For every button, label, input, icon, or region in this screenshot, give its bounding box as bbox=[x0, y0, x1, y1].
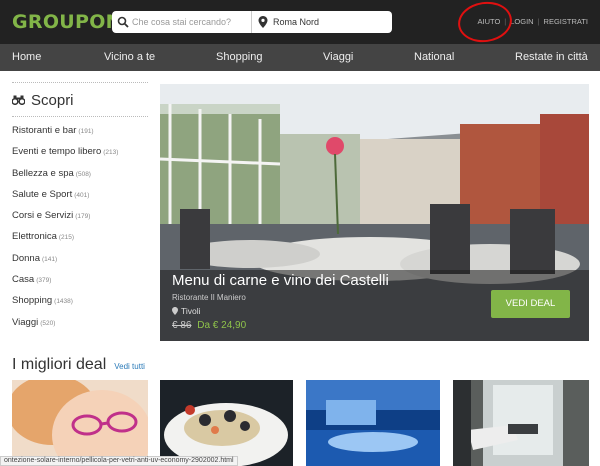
category-label: Donna bbox=[12, 252, 40, 264]
category-label: Eventi e tempo libero bbox=[12, 146, 102, 158]
location-pin-icon bbox=[258, 16, 268, 28]
nav-viaggi[interactable]: Viaggi bbox=[323, 51, 353, 63]
category-item[interactable]: Bellezza e spa (508) bbox=[12, 168, 148, 189]
deal-thumbnail-seafood[interactable] bbox=[160, 380, 293, 466]
search-bar: Roma Nord bbox=[112, 11, 392, 33]
category-item[interactable]: Casa (379) bbox=[12, 274, 148, 295]
category-count: (141) bbox=[42, 255, 58, 263]
category-item[interactable]: Shopping (1438) bbox=[12, 295, 148, 316]
divider bbox=[12, 116, 148, 117]
category-sidebar: Scopri Ristoranti e bar (191) Eventi e te… bbox=[12, 82, 148, 338]
deal-new-price: Da € 24,90 bbox=[197, 320, 247, 331]
seafood-dish-image bbox=[160, 380, 293, 466]
deal-venue: Ristorante Il Maniero bbox=[172, 293, 246, 302]
category-item[interactable]: Donna (141) bbox=[12, 253, 148, 274]
category-label: Casa bbox=[12, 274, 35, 286]
deal-title[interactable]: Menu di carne e vino dei Castelli bbox=[172, 272, 389, 289]
search-input[interactable] bbox=[132, 17, 250, 27]
woman-glasses-image bbox=[12, 380, 148, 466]
nav-shopping[interactable]: Shopping bbox=[216, 51, 263, 63]
category-list: Ristoranti e bar (191) Eventi e tempo lib… bbox=[12, 125, 148, 338]
deal-location-text: Tivoli bbox=[181, 306, 201, 316]
groupon-logo[interactable]: GROUPON bbox=[12, 11, 122, 33]
deal-thumbnail-glasses[interactable] bbox=[12, 380, 148, 466]
search-field-wrapper bbox=[112, 11, 252, 33]
category-item[interactable]: Eventi e tempo libero (213) bbox=[12, 146, 148, 167]
nav-home[interactable]: Home bbox=[12, 51, 41, 63]
category-item[interactable]: Salute e Sport (401) bbox=[12, 189, 148, 210]
category-count: (520) bbox=[40, 319, 56, 327]
location-pin-icon bbox=[172, 307, 178, 315]
spa-room-image bbox=[306, 380, 440, 466]
account-links: AIUTO | LOGIN | REGISTRATI bbox=[478, 17, 589, 26]
category-count: (179) bbox=[75, 213, 91, 221]
link-separator: | bbox=[504, 17, 507, 26]
status-bar-url: ontezione-solare-interno/pellicola-per-v… bbox=[0, 456, 238, 466]
category-count: (213) bbox=[103, 149, 119, 157]
category-label: Viaggi bbox=[12, 316, 39, 328]
category-count: (191) bbox=[78, 128, 94, 135]
category-label: Corsi e Servizi bbox=[12, 210, 74, 222]
category-count: (215) bbox=[58, 234, 75, 242]
category-item[interactable]: Ristoranti e bar (191) bbox=[12, 125, 148, 146]
category-label: Salute e Sport bbox=[12, 188, 73, 200]
link-separator: | bbox=[537, 17, 540, 26]
best-deals-header: I migliori deal Vedi tutti bbox=[12, 356, 145, 374]
category-count: (508) bbox=[75, 170, 91, 178]
category-count: (379) bbox=[36, 277, 52, 285]
deal-location: Tivoli bbox=[172, 306, 201, 316]
login-link[interactable]: LOGIN bbox=[510, 17, 533, 26]
deal-thumbnail-spa[interactable] bbox=[306, 380, 440, 466]
sidebar-title: Scopri bbox=[12, 90, 148, 110]
register-link[interactable]: REGISTRATI bbox=[544, 17, 588, 26]
deal-old-price: € 86 bbox=[172, 320, 192, 331]
category-item[interactable]: Corsi e Servizi (179) bbox=[12, 210, 148, 231]
binoculars-icon bbox=[12, 95, 25, 105]
category-item[interactable]: Elettronica (215) bbox=[12, 231, 148, 252]
category-label: Bellezza e spa bbox=[12, 167, 74, 179]
top-bar: GROUPON Roma Nord AIUTO | LOGIN | REGIST… bbox=[0, 0, 600, 46]
location-field[interactable]: Roma Nord bbox=[252, 11, 392, 33]
category-item[interactable]: Viaggi (520) bbox=[12, 317, 148, 338]
main-navigation: Home Vicino a te Shopping Viaggi Nationa… bbox=[0, 44, 600, 71]
category-count: (401) bbox=[74, 191, 90, 199]
category-label: Elettronica bbox=[12, 231, 57, 243]
sidebar-title-text: Scopri bbox=[31, 91, 74, 109]
nav-restate-in-citta[interactable]: Restate in città bbox=[515, 51, 588, 63]
category-label: Shopping bbox=[12, 295, 53, 307]
divider bbox=[12, 82, 148, 83]
nav-vicino-a-te[interactable]: Vicino a te bbox=[104, 51, 155, 63]
search-icon bbox=[117, 16, 129, 28]
see-all-link[interactable]: Vedi tutti bbox=[114, 362, 145, 371]
category-label: Ristoranti e bar bbox=[12, 125, 77, 136]
view-deal-button[interactable]: VEDI DEAL bbox=[491, 290, 570, 318]
window-film-image bbox=[453, 380, 589, 466]
location-value: Roma Nord bbox=[273, 17, 320, 27]
category-count: (1438) bbox=[54, 298, 73, 306]
deal-thumbnail-window-film[interactable] bbox=[453, 380, 589, 466]
best-deals-heading: I migliori deal bbox=[12, 356, 107, 373]
deal-price: € 86 Da € 24,90 bbox=[172, 320, 246, 331]
nav-national[interactable]: National bbox=[414, 51, 454, 63]
featured-deal[interactable]: Menu di carne e vino dei Castelli Ristor… bbox=[160, 84, 589, 341]
help-link[interactable]: AIUTO bbox=[478, 17, 501, 26]
